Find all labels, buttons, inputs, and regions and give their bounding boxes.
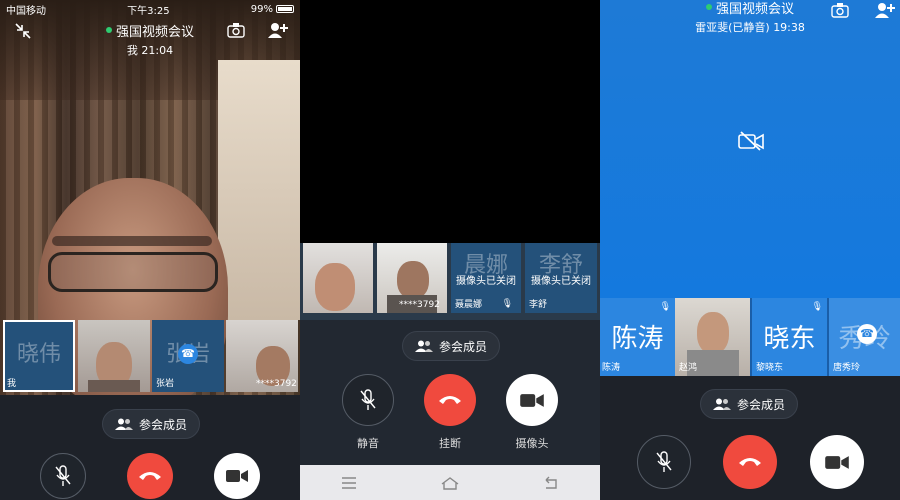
- hangup-icon: [138, 470, 162, 482]
- participant-name: 陈涛: [602, 363, 621, 373]
- participant-thumbnail[interactable]: 秀玲 ☎ 唐秀玲: [829, 298, 900, 376]
- carrier-label: 中国移动: [6, 5, 46, 17]
- meeting-subtitle: 雷亚斐(已静音) 19:38: [695, 20, 805, 34]
- participant-thumbnail[interactable]: 张岩 ☎ 张岩: [152, 320, 224, 392]
- members-button[interactable]: 参会成员: [402, 331, 501, 361]
- phone-badge-icon: ☎: [857, 324, 877, 344]
- add-user-icon[interactable]: [873, 1, 895, 19]
- participant-thumbnail[interactable]: 赵鸿: [675, 298, 750, 376]
- participant-thumbnail[interactable]: [303, 243, 373, 313]
- hangup-button[interactable]: [424, 374, 476, 426]
- add-user-icon[interactable]: [266, 21, 288, 39]
- main-video-empty: [300, 0, 600, 243]
- participant-name: 张岩: [156, 379, 175, 389]
- hangup-button[interactable]: [127, 453, 173, 499]
- mute-label: 静音: [357, 437, 379, 450]
- participant-name: 赵鸿: [679, 363, 698, 373]
- participant-name: 李舒: [529, 300, 548, 310]
- camera-button[interactable]: [506, 374, 558, 426]
- participant-thumbnail[interactable]: ****3792: [377, 243, 447, 313]
- online-dot: [105, 27, 112, 33]
- participant-name: ****3792: [399, 300, 440, 310]
- video-camera-icon: [825, 455, 849, 470]
- call-screen-1: 中国移动 下午3:25 99% 强国视频会议 我 21:04 晓伟 我 ☎ 张岩…: [0, 0, 300, 500]
- members-button[interactable]: 参会成员: [700, 389, 799, 419]
- mute-button[interactable]: [40, 453, 86, 499]
- mute-button[interactable]: [637, 435, 691, 489]
- camera-off-label: 摄像头已关闭: [531, 276, 591, 287]
- members-icon: [415, 340, 433, 352]
- participant-thumbnail[interactable]: ****3792: [226, 320, 298, 392]
- mic-muted-icon: [55, 465, 71, 487]
- camera-button[interactable]: [810, 435, 864, 489]
- camera-off-label: 摄像头已关闭: [456, 276, 516, 287]
- participant-name: 我: [7, 379, 17, 389]
- members-icon: [713, 398, 731, 410]
- hangup-icon: [738, 456, 762, 468]
- meeting-title: 强国视频会议: [715, 1, 794, 17]
- hangup-button[interactable]: [723, 435, 777, 489]
- participant-thumbnail[interactable]: 晓东 黎晓东 🎙: [752, 298, 827, 376]
- back-icon[interactable]: [543, 476, 559, 490]
- members-icon: [115, 418, 133, 430]
- members-button[interactable]: 参会成员: [102, 409, 201, 439]
- meeting-subtitle: 我 21:04: [126, 43, 174, 57]
- members-label: 参会成员: [439, 339, 488, 354]
- avatar-text: 晓东: [763, 324, 816, 354]
- participant-thumbnail[interactable]: 李舒 摄像头已关闭 李舒: [525, 243, 597, 313]
- call-screen-2: ****3792 晨娜 摄像头已关闭 聂晨娜 🎙 李舒 摄像头已关闭 李舒 参会…: [300, 0, 600, 500]
- participant-name: 黎晓东: [756, 363, 784, 373]
- hangup-icon: [438, 394, 462, 406]
- participant-thumbnail[interactable]: [78, 320, 150, 392]
- members-label: 参会成员: [139, 417, 188, 432]
- phone-badge-icon: ☎: [178, 344, 198, 364]
- muted-mic-badge-icon: 🎙: [811, 302, 823, 312]
- battery-label: 99%: [250, 3, 273, 15]
- muted-mic-badge-icon: 🎙: [659, 302, 671, 312]
- meeting-title: 强国视频会议: [115, 24, 194, 40]
- video-camera-icon: [226, 469, 248, 483]
- camera-switch-icon[interactable]: [830, 2, 850, 18]
- participant-thumbnail[interactable]: 晨娜 摄像头已关闭 聂晨娜 🎙: [451, 243, 521, 313]
- clock-label: 下午3:25: [127, 5, 170, 17]
- video-camera-icon: [520, 393, 544, 408]
- home-icon[interactable]: [440, 476, 460, 490]
- participant-name: 聂晨娜: [455, 300, 483, 310]
- mic-muted-icon: [656, 451, 672, 473]
- camera-label: 摄像头: [515, 437, 549, 450]
- status-bar: 中国移动 下午3:25 99%: [0, 0, 300, 18]
- members-label: 参会成员: [737, 397, 786, 412]
- camera-button[interactable]: [214, 453, 260, 499]
- call-screen-3: 强国视频会议 雷亚斐(已静音) 19:38 陈涛 陈涛 🎙 赵鸿 晓东 黎晓东 …: [600, 0, 900, 500]
- participant-thumbnail[interactable]: 陈涛 陈涛 🎙: [600, 298, 675, 376]
- battery-icon: [275, 5, 294, 13]
- mic-muted-icon: [360, 389, 376, 411]
- mute-button[interactable]: [342, 374, 394, 426]
- avatar-text: 陈涛: [611, 324, 664, 354]
- participant-name: 唐秀玲: [833, 363, 861, 373]
- avatar-text: 晓伟: [16, 342, 61, 367]
- menu-icon[interactable]: [341, 476, 357, 489]
- participant-thumbnail[interactable]: 晓伟 我: [3, 320, 75, 392]
- online-dot: [705, 4, 712, 10]
- muted-mic-badge-icon: 🎙: [501, 299, 513, 309]
- android-nav-bar: [300, 465, 600, 500]
- hangup-label: 挂断: [439, 437, 461, 450]
- participant-name: ****3792: [256, 379, 297, 389]
- camera-off-icon: [738, 131, 764, 151]
- camera-switch-icon[interactable]: [227, 22, 245, 38]
